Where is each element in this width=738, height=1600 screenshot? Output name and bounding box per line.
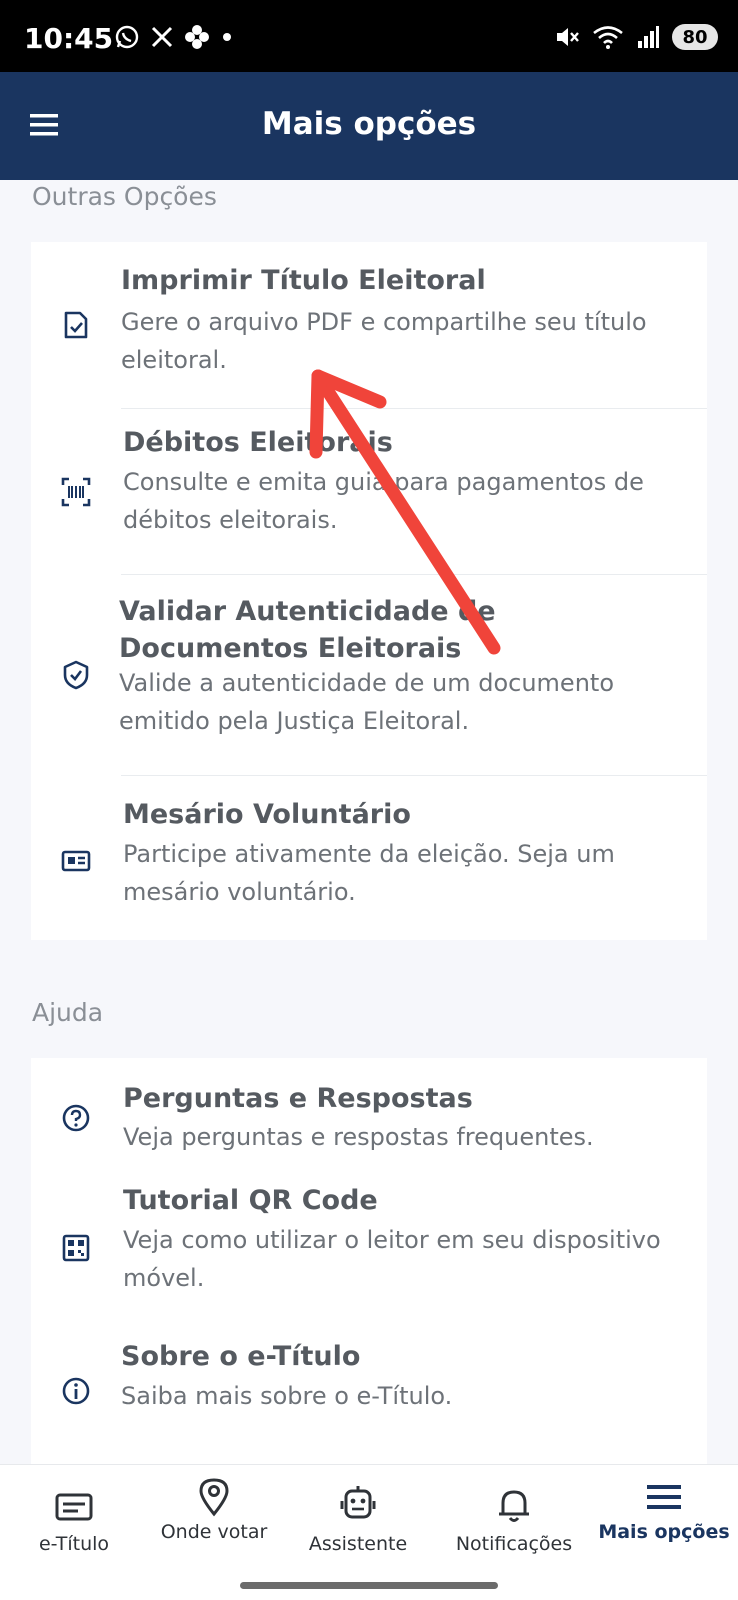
home-indicator xyxy=(240,1582,498,1589)
section-title-ajuda: Ajuda xyxy=(32,998,104,1027)
shield-check-icon xyxy=(63,660,89,690)
menu-icon xyxy=(647,1485,681,1509)
nav-label: Assistente xyxy=(308,1533,408,1555)
option-subtitle: Veja como utilizar o leitor em seu dispo… xyxy=(123,1226,661,1292)
nav-label: Notificações xyxy=(455,1533,573,1555)
option-subtitle: Veja perguntas e respostas frequentes. xyxy=(123,1123,594,1151)
bell-icon xyxy=(499,1490,529,1522)
option-validar-autenticidade[interactable]: Validar Autenticidade de Documentos Elei… xyxy=(31,575,707,775)
option-subtitle: Participe ativamente da eleição. Seja um… xyxy=(123,840,615,906)
app-bar: Mais opções xyxy=(0,72,738,180)
option-imprimir-titulo[interactable]: Imprimir Título Eleitoral Gere o arquivo… xyxy=(31,242,707,408)
nav-onde-votar[interactable]: Onde votar xyxy=(140,1477,288,1587)
wifi-icon xyxy=(593,26,623,49)
document-check-icon xyxy=(64,311,88,339)
option-perguntas-respostas[interactable]: Perguntas e Respostas Veja perguntas e r… xyxy=(31,1058,707,1166)
option-title: Mesário Voluntário xyxy=(123,799,411,830)
battery-indicator: 80 xyxy=(672,24,718,50)
option-subtitle: Valide a autenticidade de um documento e… xyxy=(119,669,614,735)
nav-e-titulo[interactable]: e-Título xyxy=(0,1477,148,1587)
option-title: Imprimir Título Eleitoral xyxy=(121,265,486,296)
nav-label: Mais opções xyxy=(598,1521,730,1543)
whatsapp-icon xyxy=(115,25,139,49)
location-pin-icon xyxy=(199,1478,229,1517)
nav-label: Onde votar xyxy=(160,1521,268,1543)
assistant-robot-icon xyxy=(340,1486,376,1519)
status-right-icons: 80 xyxy=(554,24,718,50)
dot-icon xyxy=(223,33,231,41)
qr-code-icon xyxy=(62,1234,90,1262)
option-title: Validar Autenticidade de Documentos Elei… xyxy=(119,596,496,664)
x-icon xyxy=(151,26,173,48)
flower-icon xyxy=(185,25,209,49)
option-mesario-voluntario[interactable]: Mesário Voluntário Participe ativamente … xyxy=(31,776,707,940)
option-subtitle: Gere o arquivo PDF e compartilhe seu tít… xyxy=(121,308,647,374)
option-debitos-eleitorais[interactable]: Débitos Eleitorais Consulte e emita guia… xyxy=(31,409,707,574)
option-title: Sobre o e-Título xyxy=(121,1341,361,1372)
barcode-scan-icon xyxy=(61,477,91,507)
nav-label: e-Título xyxy=(38,1533,110,1555)
option-title: Débitos Eleitorais xyxy=(123,427,393,458)
option-subtitle: Saiba mais sobre o e-Título. xyxy=(121,1382,453,1410)
nav-notificacoes[interactable]: Notificações xyxy=(440,1477,588,1587)
option-title: Perguntas e Respostas xyxy=(123,1083,473,1114)
page-title: Mais opções xyxy=(261,106,477,142)
help-card: Perguntas e Respostas Veja perguntas e r… xyxy=(31,1058,707,1464)
title-card-icon xyxy=(55,1493,93,1521)
status-time: 10:45 xyxy=(24,22,114,55)
info-circle-icon xyxy=(62,1377,90,1405)
status-bar: 10:45 80 xyxy=(0,0,738,72)
option-title: Tutorial QR Code xyxy=(123,1185,378,1216)
id-card-icon xyxy=(61,850,91,872)
bottom-nav: e-Título Onde votar Assistente Notificaç… xyxy=(0,1464,738,1600)
nav-assistente[interactable]: Assistente xyxy=(284,1477,432,1587)
option-sobre-e-titulo[interactable]: Sobre o e-Título Saiba mais sobre o e-Tí… xyxy=(31,1322,707,1464)
section-title-outras-opcoes: Outras Opções xyxy=(32,182,217,211)
status-left-icons xyxy=(114,24,234,50)
signal-icon xyxy=(638,26,659,48)
mute-icon xyxy=(557,28,579,46)
option-subtitle: Consulte e emita guia para pagamentos de… xyxy=(123,468,644,534)
nav-mais-opcoes[interactable]: Mais opções xyxy=(590,1477,738,1587)
option-tutorial-qr-code[interactable]: Tutorial QR Code Veja como utilizar o le… xyxy=(31,1166,707,1322)
options-card: Imprimir Título Eleitoral Gere o arquivo… xyxy=(31,242,707,940)
question-circle-icon xyxy=(62,1104,90,1132)
